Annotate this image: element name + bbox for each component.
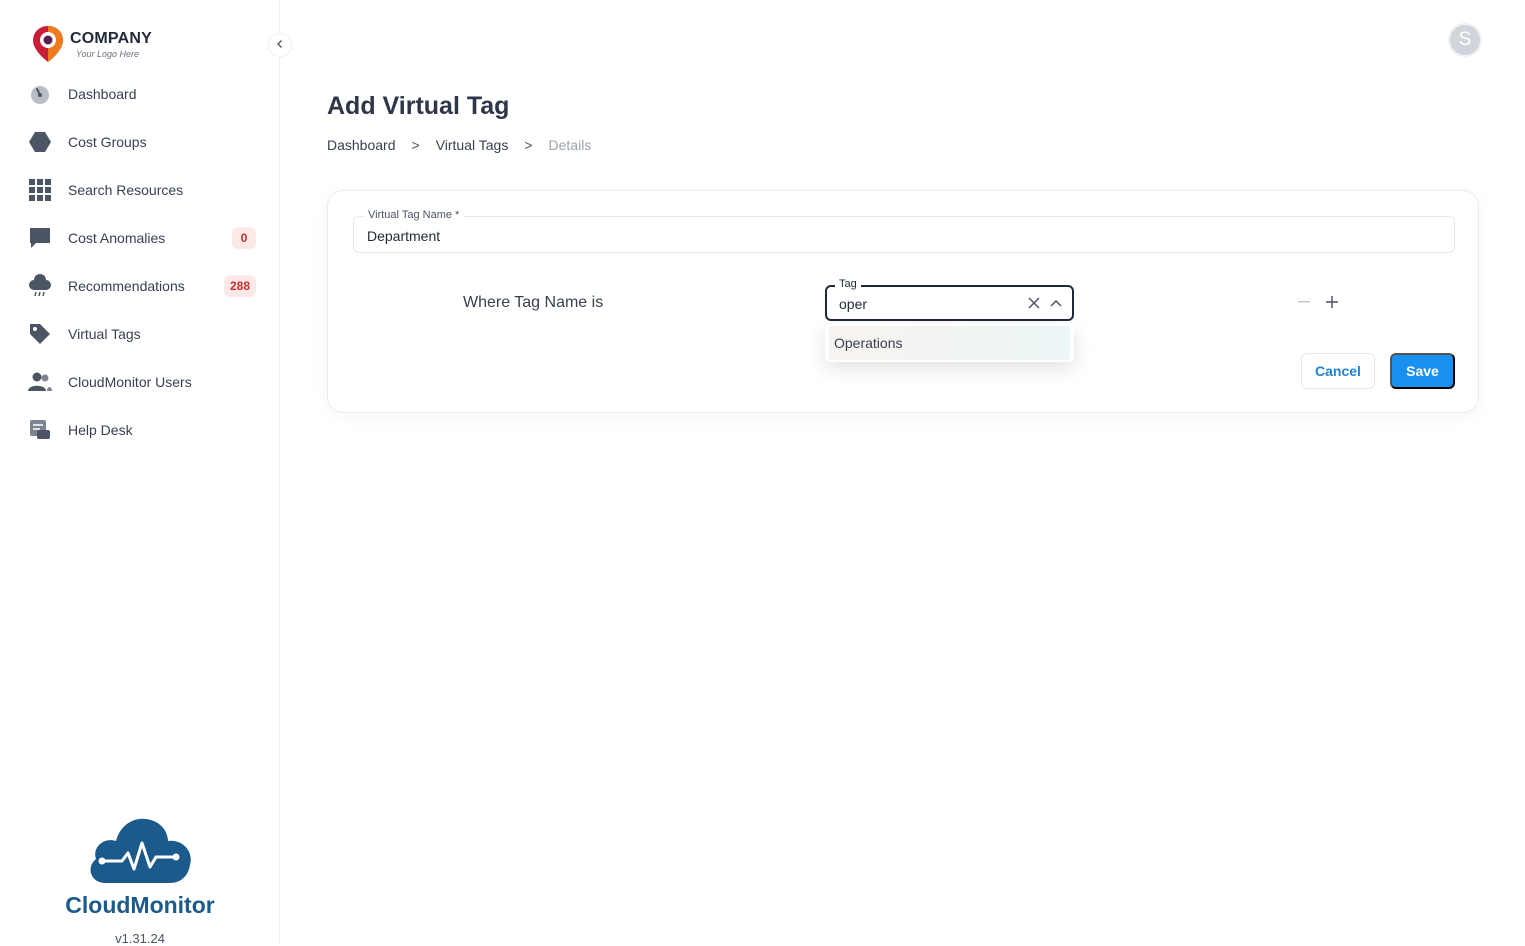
hexagon-icon	[28, 130, 52, 154]
remove-rule-button[interactable]	[1295, 293, 1313, 311]
chat-bubble-icon	[28, 226, 52, 250]
speedometer-icon	[28, 82, 52, 106]
sidebar-item-cost-groups[interactable]: Cost Groups	[0, 118, 280, 166]
sidebar-nav: Dashboard Cost Groups Search Resources C…	[0, 70, 280, 454]
logo-pin-icon	[30, 24, 66, 64]
cloudmonitor-brand: CloudMonitor v1.31.24	[0, 815, 280, 946]
clear-icon[interactable]	[1026, 294, 1042, 312]
rule-condition-label: Where Tag Name is	[463, 294, 604, 311]
app-version: v1.31.24	[115, 931, 165, 946]
brand-name: CloudMonitor	[65, 892, 215, 918]
sidebar-item-label: Search Resources	[68, 182, 184, 198]
sidebar-item-label: Recommendations	[68, 278, 185, 294]
cancel-button[interactable]: Cancel	[1301, 353, 1375, 389]
grid-icon	[28, 178, 52, 202]
recommendations-count-badge: 288	[223, 275, 256, 297]
sidebar-item-dashboard[interactable]: Dashboard	[0, 70, 280, 118]
tag-autocomplete-field[interactable]: Tag	[825, 278, 1074, 321]
sidebar-item-label: Cost Anomalies	[68, 230, 166, 246]
chevron-left-icon	[275, 38, 285, 52]
sidebar-item-help-desk[interactable]: Help Desk	[0, 406, 280, 454]
breadcrumb-separator: >	[524, 137, 533, 153]
virtual-tag-form-card: Virtual Tag Name * Department Where Tag …	[327, 190, 1479, 413]
sidebar-item-cost-anomalies[interactable]: Cost Anomalies 0	[0, 214, 280, 262]
anomalies-count-badge: 0	[232, 227, 256, 249]
company-logo[interactable]: COMPANY Your Logo Here	[30, 24, 152, 64]
virtual-tag-name-input[interactable]: Department	[367, 228, 440, 244]
tag-option-operations[interactable]: Operations	[829, 326, 1070, 360]
sidebar-item-label: Dashboard	[68, 86, 137, 102]
page-title: Add Virtual Tag	[327, 92, 510, 120]
sidebar: COMPANY Your Logo Here Dashboard Cost Gr…	[0, 0, 280, 946]
cloud-rain-icon	[28, 274, 52, 298]
tag-field-label: Tag	[835, 278, 861, 290]
sidebar-item-label: Cost Groups	[68, 134, 147, 150]
sidebar-item-virtual-tags[interactable]: Virtual Tags	[0, 310, 280, 358]
virtual-tag-name-field[interactable]: Virtual Tag Name * Department	[353, 209, 1455, 253]
virtual-tag-name-label: Virtual Tag Name *	[364, 209, 464, 221]
logo-tagline: Your Logo Here	[76, 48, 140, 59]
sidebar-item-label: CloudMonitor Users	[68, 374, 192, 390]
users-icon	[28, 370, 52, 394]
breadcrumb-separator: >	[411, 137, 420, 153]
tag-options-dropdown: Operations	[825, 324, 1074, 362]
help-desk-icon	[28, 418, 52, 442]
breadcrumb-details: Details	[548, 137, 592, 153]
cloudmonitor-logo-icon	[0, 815, 280, 890]
chevron-up-icon[interactable]	[1048, 294, 1064, 312]
sidebar-item-label: Help Desk	[68, 422, 133, 438]
breadcrumb-dashboard[interactable]: Dashboard	[327, 137, 396, 153]
save-button[interactable]: Save	[1390, 353, 1455, 389]
add-rule-button[interactable]	[1323, 293, 1341, 311]
collapse-sidebar-button[interactable]	[268, 33, 292, 57]
sidebar-item-search-resources[interactable]: Search Resources	[0, 166, 280, 214]
breadcrumb-virtual-tags[interactable]: Virtual Tags	[436, 137, 509, 153]
sidebar-item-recommendations[interactable]: Recommendations 288	[0, 262, 280, 310]
tag-icon	[28, 322, 52, 346]
user-avatar[interactable]: S	[1448, 23, 1482, 57]
tag-search-input[interactable]	[839, 296, 1009, 312]
logo-name: COMPANY	[70, 29, 152, 47]
sidebar-item-label: Virtual Tags	[68, 326, 141, 342]
breadcrumb: Dashboard > Virtual Tags > Details	[327, 137, 591, 153]
sidebar-item-cloudmonitor-users[interactable]: CloudMonitor Users	[0, 358, 280, 406]
